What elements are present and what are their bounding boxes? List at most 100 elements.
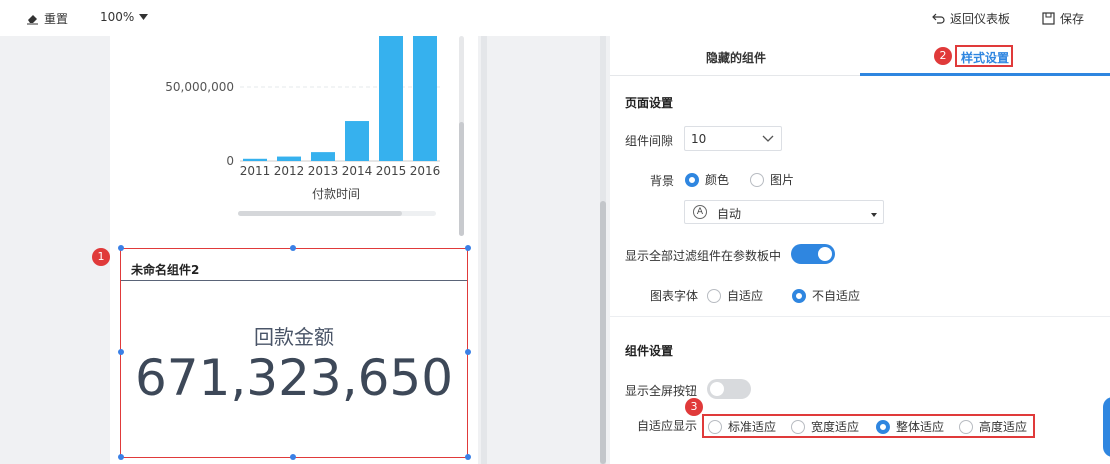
widget-title: 未命名组件2 [121, 249, 467, 281]
help-float-button[interactable] [1103, 397, 1110, 457]
gap-select[interactable]: 10 [684, 126, 782, 151]
resize-handle-top-left[interactable] [118, 245, 124, 251]
x-tick-label: 2014 [342, 164, 373, 178]
background-label: 背景 [650, 174, 675, 188]
resize-handle-top-right[interactable] [465, 245, 471, 251]
return-arrow-icon [932, 13, 945, 24]
component-settings-title: 组件设置 [625, 344, 674, 358]
gap-label: 组件间隙 [625, 134, 674, 148]
gap-value: 10 [691, 132, 707, 146]
kpi-value: 671,323,650 [134, 349, 454, 407]
panel-scroll-thumb[interactable] [459, 122, 464, 236]
adapt-width-radio[interactable]: 宽度适应 [791, 418, 859, 435]
tab-hidden-components[interactable]: 隐藏的组件 [706, 49, 766, 66]
bar-2015[interactable] [379, 36, 403, 161]
adapt-whole-radio[interactable]: 整体适应 [876, 418, 944, 435]
step-badge-3: 3 [685, 398, 703, 416]
radio-unchecked-icon [750, 172, 764, 187]
x-axis-label: 付款时间 [312, 187, 360, 201]
radio-checked-icon [685, 172, 699, 187]
resize-handle-bottom[interactable] [290, 454, 296, 460]
bar-2012[interactable] [277, 156, 301, 161]
resize-handle-right[interactable] [465, 349, 471, 355]
radio-unchecked-icon [707, 288, 721, 303]
radio-unchecked-icon [708, 419, 722, 434]
canvas-scroll-thumb[interactable] [600, 201, 606, 464]
y-tick-label: 0 [226, 154, 234, 168]
panel-vertical-scrollbar[interactable] [459, 36, 464, 236]
x-tick-label: 2015 [376, 164, 407, 178]
bar-2016[interactable] [413, 36, 437, 161]
radio-checked-icon [792, 288, 806, 303]
page-settings-title: 页面设置 [625, 96, 674, 110]
adapt-standard-radio[interactable]: 标准适应 [708, 418, 776, 435]
adapt-height-radio[interactable]: 高度适应 [959, 418, 1027, 435]
selected-kpi-widget[interactable]: 未命名组件2 回款金额 671,323,650 [120, 248, 468, 458]
bar-2014[interactable] [345, 121, 369, 161]
settings-panel: 隐藏的组件 样式设置 2 页面设置 组件间隙 10 背景 颜色 图片 A 自动 … [610, 36, 1110, 464]
resize-handle-bottom-right[interactable] [465, 454, 471, 460]
show-filters-label: 显示全部过滤组件在参数板中 [625, 249, 782, 263]
resize-handle-top[interactable] [290, 245, 296, 251]
caret-down-icon [871, 213, 877, 217]
adapt-standard-label: 标准适应 [728, 420, 777, 434]
reset-label: 重置 [44, 12, 69, 26]
step-badge-1: 1 [92, 248, 110, 266]
chart-horizontal-scrollbar[interactable] [238, 211, 436, 216]
toolbar: 重置 100% 返回仪表板 保存 [0, 0, 1110, 36]
highlight-style-tab [955, 45, 1013, 67]
settings-tabs: 隐藏的组件 样式设置 2 [610, 36, 1110, 76]
step-badge-2: 2 [934, 47, 952, 65]
fullscreen-toggle[interactable] [707, 379, 751, 399]
caret-down-icon [139, 14, 149, 20]
auto-color-label: 自动 [717, 207, 742, 221]
adapt-whole-label: 整体适应 [896, 420, 945, 434]
toggle-knob [710, 382, 724, 396]
bg-image-label: 图片 [770, 173, 795, 187]
chevron-down-icon [762, 135, 774, 142]
save-icon [1042, 12, 1055, 25]
font-adaptive-radio[interactable]: 自适应 [707, 287, 763, 304]
return-label: 返回仪表板 [950, 12, 1011, 26]
adaptive-display-label: 自适应显示 [637, 419, 698, 433]
fullscreen-button-label: 显示全屏按钮 [625, 384, 698, 398]
font-adaptive-label: 自适应 [727, 289, 764, 303]
zoom-select[interactable]: 100% [100, 10, 149, 24]
kpi-label: 回款金额 [254, 325, 334, 349]
bar-chart: 0 50,000,000 2011 2012 2013 2014 2015 2016 付款时间 [165, 36, 440, 201]
radio-unchecked-icon [791, 419, 805, 434]
bg-color-label: 颜色 [705, 173, 730, 187]
bg-color-radio[interactable]: 颜色 [685, 171, 729, 188]
auto-color-icon: A [693, 205, 707, 219]
zoom-value: 100% [100, 10, 135, 24]
eraser-icon [27, 15, 38, 25]
toggle-knob [818, 247, 832, 261]
save-button[interactable]: 保存 [1042, 10, 1084, 27]
x-tick-label: 2012 [274, 164, 305, 178]
font-not-adaptive-radio[interactable]: 不自适应 [792, 287, 860, 304]
active-tab-indicator [860, 73, 1110, 76]
reset-button[interactable]: 重置 [26, 10, 68, 27]
bg-image-radio[interactable]: 图片 [750, 171, 794, 188]
radio-checked-icon [876, 419, 890, 434]
chart-scroll-thumb[interactable] [238, 211, 402, 216]
x-tick-label: 2013 [308, 164, 339, 178]
resize-handle-bottom-left[interactable] [118, 454, 124, 460]
adapt-height-label: 高度适应 [979, 420, 1028, 434]
radio-unchecked-icon [959, 419, 973, 434]
font-not-adaptive-label: 不自适应 [812, 289, 861, 303]
canvas-scrollbar[interactable] [481, 36, 487, 464]
y-tick-label: 50,000,000 [165, 80, 234, 94]
chart-font-label: 图表字体 [650, 289, 699, 303]
return-dashboard-button[interactable]: 返回仪表板 [932, 10, 1010, 27]
section-divider [610, 316, 1110, 317]
bar-2013[interactable] [311, 152, 335, 161]
bar-2011[interactable] [243, 158, 267, 161]
canvas-scrollbar-right[interactable] [600, 36, 606, 464]
background-color-select[interactable]: A 自动 [684, 200, 884, 224]
resize-handle-left[interactable] [118, 349, 124, 355]
adapt-width-label: 宽度适应 [811, 420, 860, 434]
x-tick-label: 2016 [410, 164, 440, 178]
save-label: 保存 [1060, 12, 1085, 26]
show-filters-toggle[interactable] [791, 244, 835, 264]
